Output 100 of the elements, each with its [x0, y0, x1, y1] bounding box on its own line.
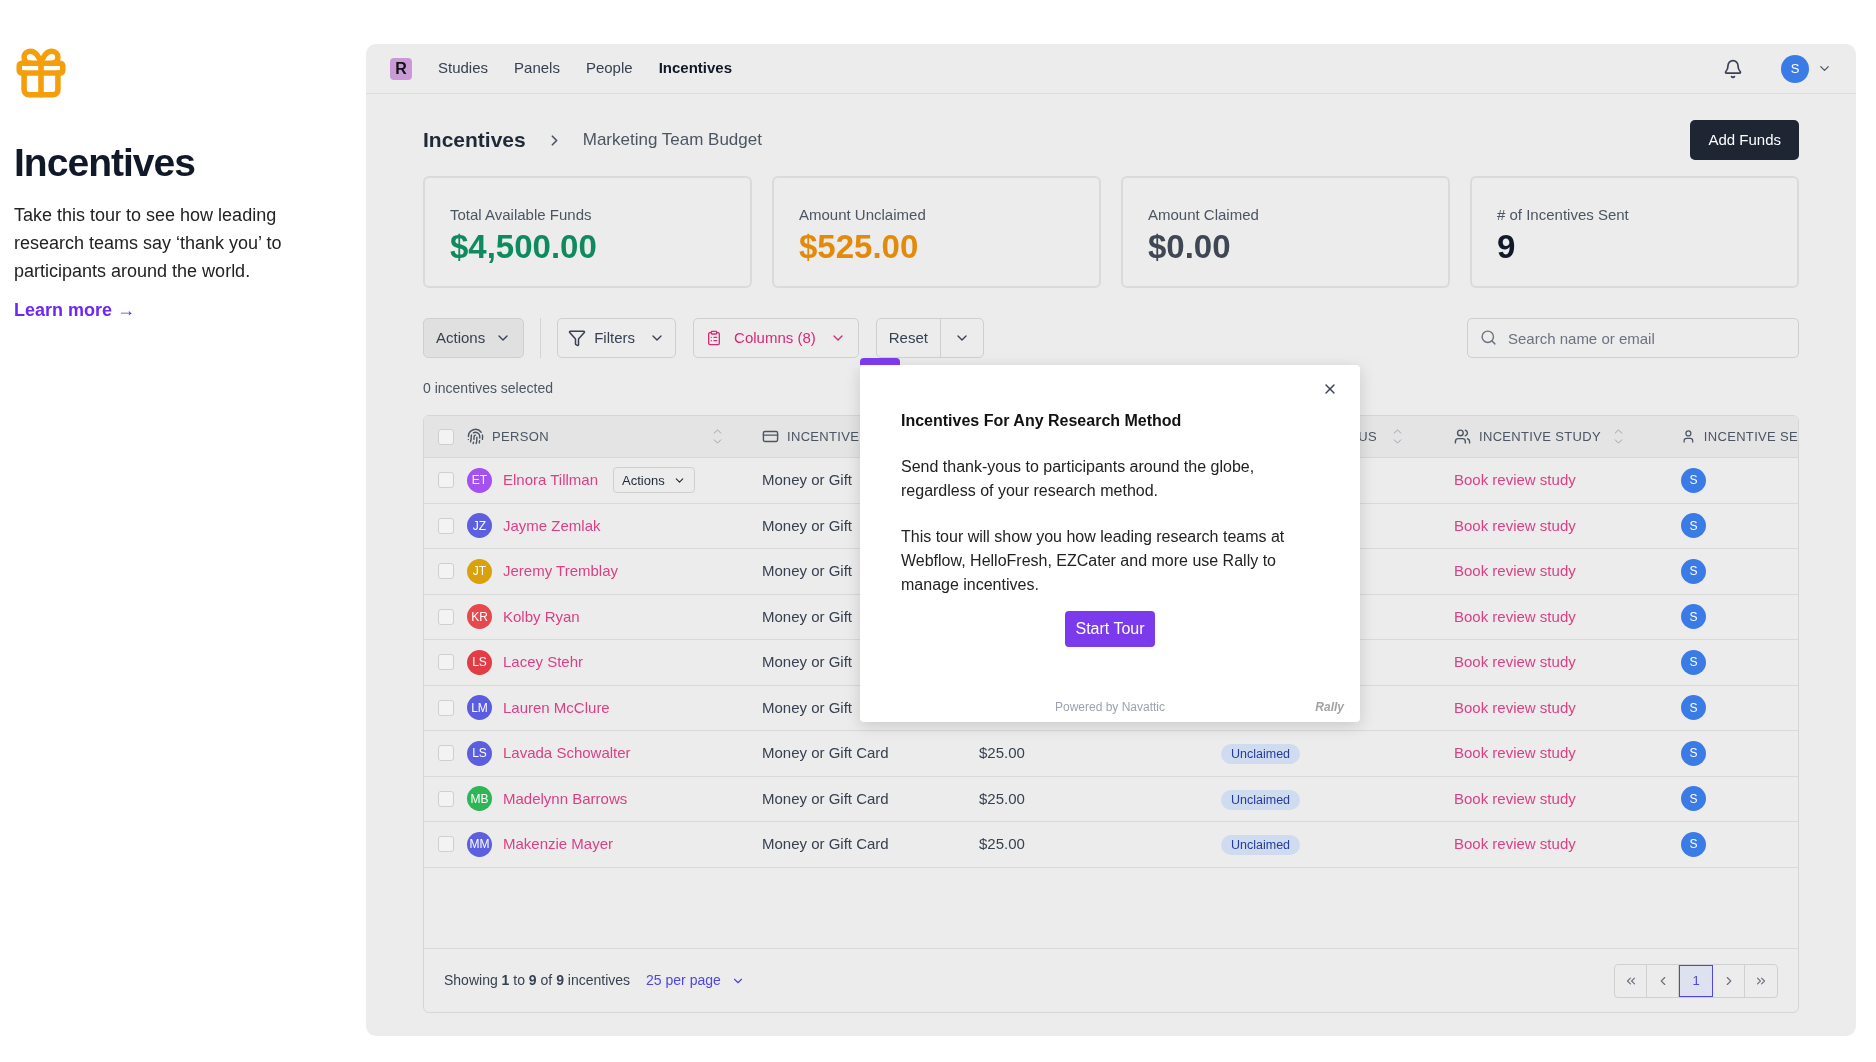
checkbox[interactable]	[438, 517, 454, 534]
card-icon	[762, 428, 779, 445]
table-cell-text: Money or Gift	[762, 697, 853, 718]
person-name[interactable]: Lacey Stehr	[503, 651, 584, 674]
sender-avatar: S	[1681, 604, 1706, 630]
sender-avatar: S	[1681, 786, 1706, 812]
showing-text: Showing 1 to 9 of 9 incentives	[444, 971, 631, 990]
sender-avatar: S	[1681, 467, 1706, 493]
intro-title: Incentives	[14, 140, 196, 186]
checkbox[interactable]	[438, 699, 454, 716]
checkbox[interactable]	[438, 836, 454, 853]
status-badge: Unclaimed	[1221, 835, 1301, 855]
breadcrumb-current: Marketing Team Budget	[582, 129, 762, 152]
study-link[interactable]: Book review study	[1454, 742, 1576, 765]
checkbox[interactable]	[438, 563, 454, 580]
intro-text: Take this tour to see how leading research teams say ‘thank you’ to participants around the world.	[14, 203, 283, 283]
study-link[interactable]: Book review study	[1454, 651, 1576, 674]
person-avatar: LM	[467, 695, 492, 721]
per-page-dropdown[interactable]: 25 per page	[646, 970, 745, 991]
person-name[interactable]: Lauren McClure	[503, 696, 610, 719]
filter-icon	[568, 329, 587, 347]
checkbox[interactable]	[438, 654, 454, 671]
checkbox[interactable]	[438, 790, 454, 807]
sender-avatar: S	[1681, 831, 1706, 857]
add-funds-button[interactable]: Add Funds	[1690, 120, 1799, 160]
column-header[interactable]: PERSON	[492, 426, 549, 447]
person-name[interactable]: Jayme Zemlak	[503, 514, 601, 537]
checkbox[interactable]	[438, 428, 454, 445]
study-link[interactable]: Book review study	[1454, 787, 1576, 810]
popover-text: This tour will show you how leading research teams at Webflow, HelloFresh, EZCater and more use Rally to manage incentives.	[901, 527, 1286, 595]
person-avatar: LS	[467, 649, 492, 675]
study-link[interactable]: Book review study	[1454, 469, 1576, 492]
table-cell: $25.00	[979, 789, 1025, 807]
table-cell: $25.00	[979, 835, 1025, 852]
person-avatar: LS	[467, 740, 492, 766]
search-field[interactable]: Search name or email	[1467, 318, 1799, 358]
study-link[interactable]: Book review study	[1454, 560, 1576, 583]
learn-more-link[interactable]: Learn more →	[14, 296, 136, 324]
app-logo[interactable]: R	[390, 57, 412, 80]
table-cell-text: Money or Gift	[762, 515, 853, 536]
person-avatar: KR	[467, 604, 492, 630]
sender-avatar: S	[1681, 695, 1706, 721]
table-cell-text: Money or Gift	[762, 606, 853, 627]
person-name[interactable]: Madelynn Barrows	[503, 787, 628, 810]
nav-link[interactable]: Incentives	[658, 57, 732, 80]
actions-dropdown[interactable]: Actions	[423, 318, 525, 358]
table-cell: $25.00	[979, 744, 1025, 761]
study-link[interactable]: Book review study	[1454, 696, 1576, 719]
study-link[interactable]: Book review study	[1454, 605, 1576, 628]
user-icon	[1681, 428, 1696, 445]
columns-button[interactable]: Columns (8)	[693, 318, 859, 358]
table-cell-text: Money or Gift	[762, 561, 853, 581]
study-link[interactable]: Book review study	[1454, 514, 1576, 537]
filters-button[interactable]: Filters	[557, 318, 677, 358]
column-header[interactable]: INCENTIVE SE	[1703, 426, 1798, 447]
nav-link[interactable]: Panels	[514, 57, 560, 80]
table-cell-text: Money or Gift	[762, 652, 853, 672]
stat-label: Amount Unclaimed	[799, 205, 927, 225]
nav-link[interactable]: Studies	[438, 57, 489, 80]
column-header[interactable]: INCENTIVE	[787, 426, 860, 447]
person-avatar: JT	[467, 558, 492, 584]
row-actions-dropdown[interactable]: Actions	[613, 467, 695, 494]
nav-link[interactable]: People	[585, 57, 633, 80]
sender-avatar: S	[1681, 649, 1706, 675]
stat-value: $4,500.00	[450, 226, 598, 267]
popover-text: Send thank-yous to participants around the globe, regardless of your research method.	[901, 457, 1256, 501]
search-icon	[1480, 329, 1497, 346]
checkbox[interactable]	[438, 745, 454, 762]
column-header[interactable]: INCENTIVE STUDY	[1479, 426, 1601, 447]
sender-avatar: S	[1681, 558, 1706, 584]
page-button[interactable]: 1	[1679, 964, 1713, 997]
stat-label: Total Available Funds	[450, 205, 593, 225]
status-badge: Unclaimed	[1221, 744, 1301, 764]
start-tour-button[interactable]: Start Tour	[1065, 611, 1155, 647]
person-avatar: MB	[467, 786, 492, 812]
stat-label: # of Incentives Sent	[1497, 205, 1630, 225]
person-avatar: ET	[467, 467, 492, 493]
brand-logo: Rally	[1315, 699, 1344, 716]
breadcrumb-title[interactable]: Incentives	[423, 124, 526, 156]
powered-by-text: Powered by Navattic	[1054, 699, 1166, 716]
person-name[interactable]: Elnora Tillman	[503, 469, 599, 492]
selection-count: 0 incentives selected	[423, 379, 553, 398]
person-name[interactable]: Lavada Schowalter	[503, 742, 631, 765]
table-cell-text: Money or Gift Card	[762, 788, 889, 809]
stat-value: $525.00	[799, 226, 920, 267]
stat-value: 9	[1497, 226, 1517, 267]
notifications-icon[interactable]	[1723, 58, 1743, 79]
table-cell-text: Money or Gift	[762, 470, 853, 490]
person-name[interactable]: Makenzie Mayer	[503, 833, 614, 856]
checkbox[interactable]	[438, 472, 454, 489]
study-link[interactable]: Book review study	[1454, 833, 1576, 856]
person-avatar: MM	[467, 831, 492, 857]
fingerprint-icon	[467, 428, 484, 445]
clipboard-icon	[706, 330, 723, 346]
person-name[interactable]: Jeremy Tremblay	[503, 560, 619, 583]
checkbox[interactable]	[438, 608, 454, 625]
popover-title: Incentives For Any Research Method	[901, 411, 1183, 431]
person-name[interactable]: Kolby Ryan	[503, 605, 580, 628]
user-avatar[interactable]: S	[1781, 54, 1809, 83]
stat-label: Amount Claimed	[1148, 205, 1260, 225]
